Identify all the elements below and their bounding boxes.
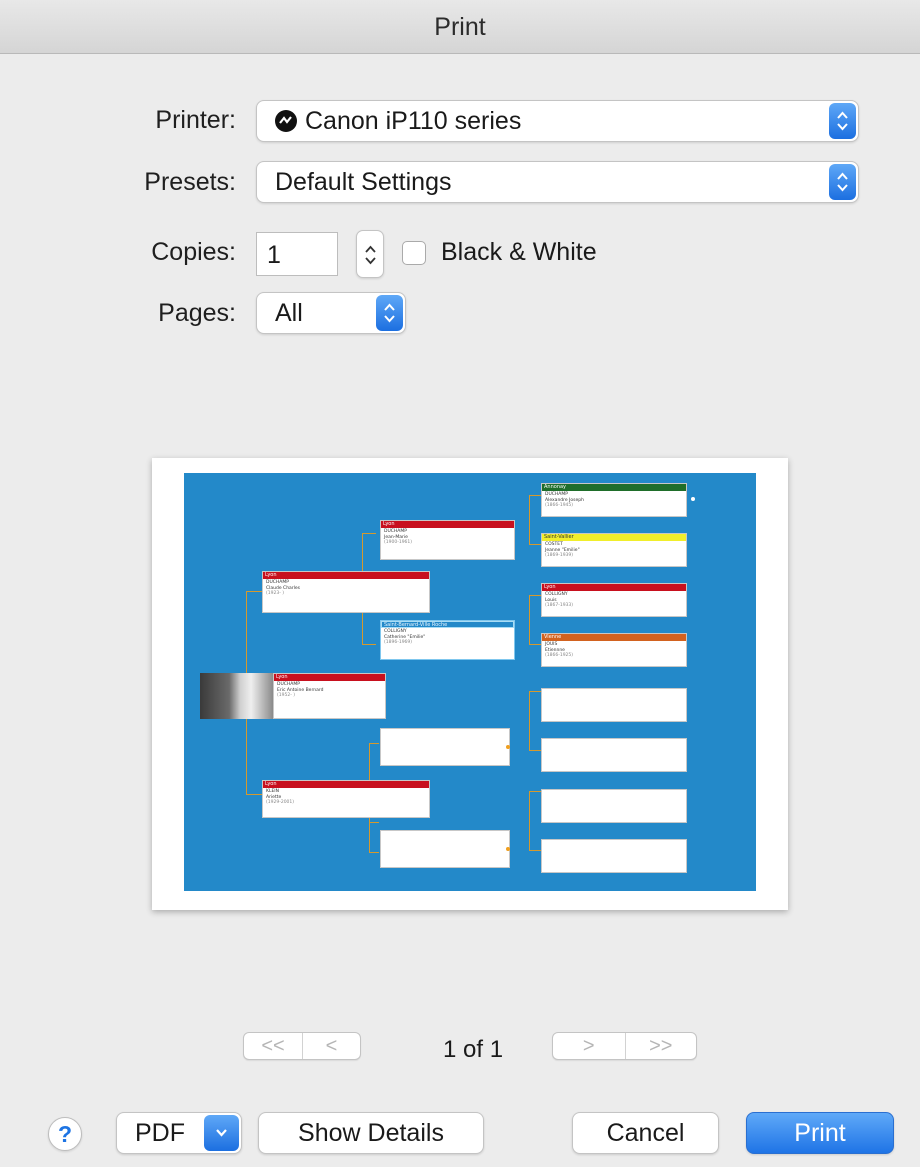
connector-line [529, 791, 541, 851]
print-button[interactable]: Print [746, 1112, 894, 1154]
copies-field[interactable]: 1 [256, 232, 338, 276]
mother-card: Lyon KLEIN Ariette (1929-2001) [262, 780, 430, 818]
black-white-label[interactable]: Black & White [441, 238, 597, 267]
card-place: Vienne [542, 634, 686, 641]
next-page-button[interactable]: > [553, 1033, 625, 1059]
black-white-checkbox[interactable] [402, 241, 426, 265]
printer-label: Printer: [155, 106, 236, 134]
pages-label: Pages: [158, 299, 236, 327]
cancel-button[interactable]: Cancel [572, 1112, 719, 1154]
empty-card [380, 728, 510, 766]
card-dates: (1867-1933) [545, 603, 574, 608]
connector-line [529, 691, 541, 751]
pages-popup[interactable]: All [256, 292, 406, 334]
copies-label: Copies: [151, 238, 236, 266]
card-place: Annonay [542, 484, 686, 491]
presets-value: Default Settings [275, 168, 452, 196]
next-last-nav[interactable]: > >> [552, 1032, 697, 1060]
card-dates: (1896-1969) [384, 640, 413, 645]
card-place: Saint-Vallier [542, 534, 686, 541]
great-grandfather-card: Lyon COLLIGNY Louis (1867-1933) [541, 583, 687, 617]
first-prev-nav[interactable]: << < [243, 1032, 361, 1060]
father-card: Lyon DUCHAMP Claude Charles (1923- ) [262, 571, 430, 613]
presets-popup[interactable]: Default Settings [256, 161, 859, 203]
card-dates: (1900-1961) [384, 540, 413, 545]
card-dates: (1952- ) [277, 693, 296, 698]
pdf-menu-button[interactable]: PDF [116, 1112, 242, 1154]
help-button[interactable]: ? [48, 1117, 82, 1151]
family-tree-preview: Lyon DUCHAMP Eric Antoine Bernard (1952-… [184, 473, 756, 891]
printer-popup[interactable]: Canon iP110 series [256, 100, 859, 142]
chevron-down-icon[interactable] [204, 1115, 239, 1151]
great-grandmother-card: Saint-Vallier COSTET Jeanne "Emilie" (18… [541, 533, 687, 567]
card-place: Lyon [263, 781, 429, 788]
popup-arrows-icon [829, 103, 856, 139]
empty-card [541, 738, 687, 772]
pages-value: All [275, 299, 303, 327]
popup-arrows-icon [376, 295, 403, 331]
popup-arrows-icon [829, 164, 856, 200]
card-dates: (1923- ) [266, 591, 285, 596]
root-card: Lyon DUCHAMP Eric Antoine Bernard (1952-… [273, 673, 386, 719]
card-dates: (1869-1939) [545, 553, 574, 558]
card-place: Saint-Bernard-Ville Roche [381, 621, 514, 628]
person-photo [200, 673, 273, 719]
empty-card [541, 839, 687, 873]
expand-dot-icon [506, 745, 510, 749]
empty-card [541, 688, 687, 722]
show-details-button[interactable]: Show Details [258, 1112, 484, 1154]
page-indicator: 1 of 1 [443, 1036, 504, 1063]
expand-dot-icon [506, 847, 510, 851]
printer-value: Canon iP110 series [305, 107, 522, 135]
copies-stepper[interactable] [356, 230, 384, 278]
connector-line [529, 495, 541, 545]
connector-line [529, 595, 541, 645]
first-page-button[interactable]: << [244, 1033, 302, 1059]
printer-status-icon [275, 110, 297, 132]
card-dates: (1929-2001) [266, 800, 295, 805]
presets-label: Presets: [144, 168, 236, 196]
window-title: Print [0, 0, 920, 54]
great-grandmother-card: Vienne JOUIS Etiennne (1866-1925) [541, 633, 687, 667]
prev-page-button[interactable]: < [302, 1033, 360, 1059]
card-place: Lyon [263, 572, 429, 579]
paternal-grandfather-card: Lyon DUCHAMP Jean-Marie (1900-1961) [380, 520, 515, 560]
empty-card [380, 830, 510, 868]
expand-dot-icon [691, 497, 695, 501]
paternal-grandmother-card: Saint-Bernard-Ville Roche COLLIGNY Cathe… [380, 620, 515, 660]
card-place: Lyon [274, 674, 385, 681]
great-grandfather-card: Annonay DUCHAMP Alexandre Joseph (1866-1… [541, 483, 687, 517]
pdf-label: PDF [135, 1119, 185, 1147]
card-place: Lyon [381, 521, 514, 528]
empty-card [541, 789, 687, 823]
card-dates: (1866-1945) [545, 503, 574, 508]
card-place: Lyon [542, 584, 686, 591]
card-dates: (1866-1925) [545, 653, 574, 658]
last-page-button[interactable]: >> [624, 1033, 697, 1059]
print-preview: Lyon DUCHAMP Eric Antoine Bernard (1952-… [152, 458, 788, 910]
